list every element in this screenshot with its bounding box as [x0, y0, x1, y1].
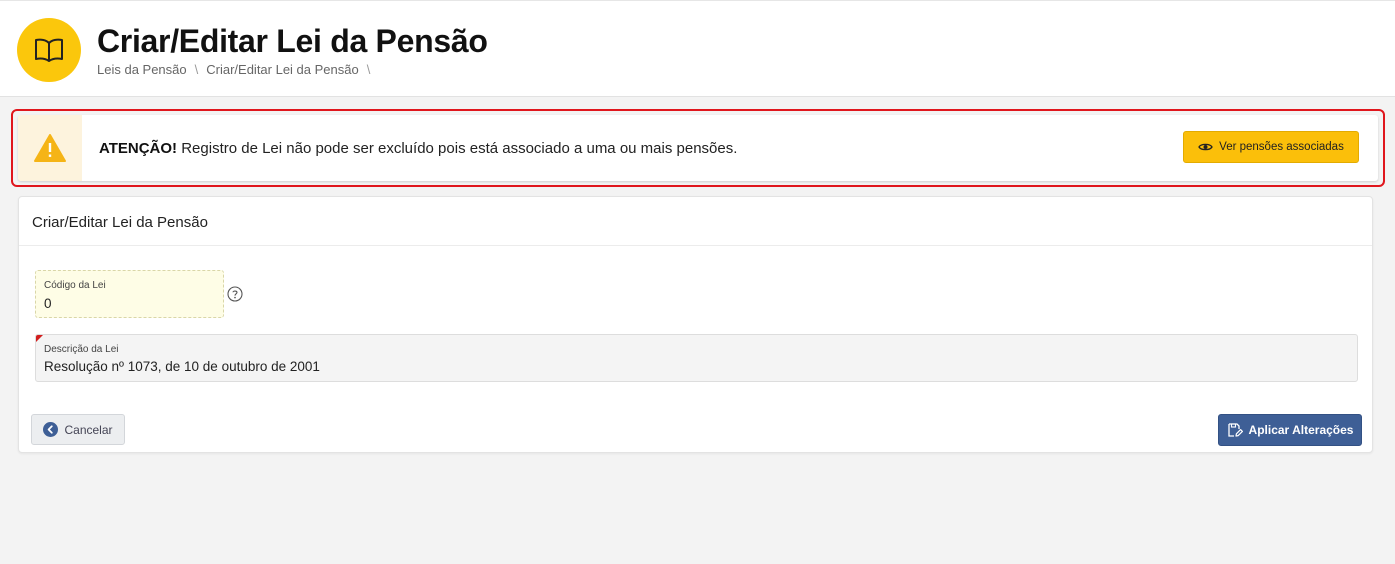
required-marker [36, 335, 43, 342]
page-title: Criar/Editar Lei da Pensão [97, 23, 488, 59]
breadcrumb: Leis da Pensão \ Criar/Editar Lei da Pen… [97, 62, 378, 77]
eye-icon [1198, 143, 1213, 151]
descricao-lei-value[interactable]: Resolução nº 1073, de 10 de outubro de 2… [44, 359, 320, 374]
warning-alert: ATENÇÃO! Registro de Lei não pode ser ex… [18, 115, 1378, 181]
alert-highlight: ATENÇÃO! Registro de Lei não pode ser ex… [11, 109, 1385, 187]
apply-changes-label: Aplicar Alterações [1248, 423, 1354, 437]
form-card: Criar/Editar Lei da Pensão Código da Lei… [18, 196, 1373, 453]
descricao-lei-field[interactable]: Descrição da Lei Resolução nº 1073, de 1… [35, 334, 1358, 382]
cancel-label: Cancelar [64, 422, 113, 437]
view-associated-pensions-label: Ver pensões associadas [1219, 141, 1344, 153]
form-title: Criar/Editar Lei da Pensão [32, 214, 208, 231]
alert-body: Registro de Lei não pode ser excluído po… [177, 140, 738, 157]
open-book-icon [17, 18, 81, 82]
codigo-lei-label: Código da Lei [44, 280, 106, 291]
descricao-lei-label: Descrição da Lei [44, 344, 119, 355]
codigo-lei-value[interactable]: 0 [44, 296, 52, 311]
chevron-left-circle-icon [43, 422, 59, 437]
breadcrumb-item-leis[interactable]: Leis da Pensão [97, 62, 187, 77]
view-associated-pensions-button[interactable]: Ver pensões associadas [1183, 131, 1359, 163]
alert-message: ATENÇÃO! Registro de Lei não pode ser ex… [99, 140, 737, 157]
cancel-button[interactable]: Cancelar [31, 414, 125, 445]
divider [19, 245, 1372, 246]
page-header: Criar/Editar Lei da Pensão Leis da Pensã… [0, 0, 1395, 97]
warning-triangle-icon [18, 115, 82, 181]
breadcrumb-item-current[interactable]: Criar/Editar Lei da Pensão [206, 62, 358, 77]
save-edit-icon [1227, 423, 1243, 437]
help-icon[interactable] [227, 286, 243, 302]
apply-changes-button[interactable]: Aplicar Alterações [1218, 414, 1362, 446]
breadcrumb-separator: \ [366, 62, 371, 77]
codigo-lei-field[interactable]: Código da Lei 0 [35, 270, 224, 318]
breadcrumb-separator: \ [194, 62, 199, 77]
alert-strong: ATENÇÃO! [99, 140, 178, 157]
